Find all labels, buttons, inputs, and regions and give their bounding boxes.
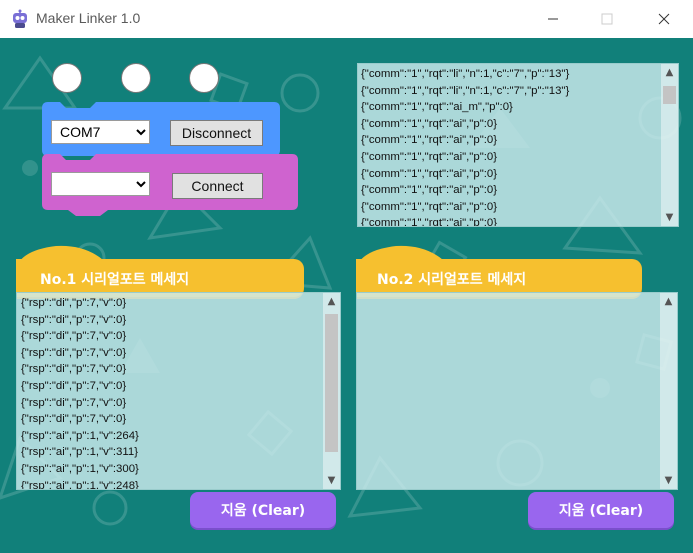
log-line: {"comm":"1","rqt":"ai","p":0} <box>361 184 498 197</box>
command-log[interactable]: {"comm":"1","rqt":"li","n":1,"c":"7","p"… <box>357 63 679 227</box>
scroll-up-icon[interactable]: ▲ <box>660 293 677 310</box>
panel2-log[interactable]: ▲ ▼ <box>356 292 678 490</box>
connect-button[interactable]: Connect <box>172 173 263 199</box>
robot-icon <box>13 9 27 28</box>
scroll-thumb[interactable] <box>663 86 676 104</box>
log-line: {"rsp":"di","p":7,"v":0} <box>21 330 127 343</box>
panel1-log-scrollbar[interactable]: ▲ ▼ <box>323 293 340 489</box>
port1-select[interactable]: COM7 <box>51 120 150 144</box>
log-line: {"rsp":"ai","p":1,"v":311} <box>21 446 138 459</box>
log-line: {"rsp":"ai","p":1,"v":264} <box>21 429 139 442</box>
log-line: {"rsp":"di","p":7,"v":0} <box>21 413 127 426</box>
status-led-3 <box>189 63 219 93</box>
log-line: {"comm":"1","rqt":"ai","p":0} <box>361 134 498 147</box>
command-log-lines: {"comm":"1","rqt":"li","n":1,"c":"7","p"… <box>361 66 570 227</box>
window-title: Maker Linker 1.0 <box>36 10 141 26</box>
log-line: {"comm":"1","rqt":"ai","p":0} <box>361 200 498 213</box>
port2-select[interactable] <box>51 172 150 196</box>
log-line: {"comm":"1","rqt":"li","n":1,"c":"7","p"… <box>361 68 570 80</box>
panel1-clear-button[interactable]: 지움 (Clear) <box>190 492 336 528</box>
main-area: COM7 Disconnect Connect {"comm":"1","rqt… <box>0 38 693 553</box>
title-bar: Maker Linker 1.0 <box>0 0 693 38</box>
log-line: {"rsp":"ai","p":1,"v":248} <box>21 479 139 490</box>
log-line: {"rsp":"di","p":7,"v":0} <box>21 396 127 409</box>
log-line: {"rsp":"di","p":7,"v":0} <box>21 346 127 359</box>
log-line: {"comm":"1","rqt":"ai","p":0} <box>361 150 498 163</box>
close-button[interactable] <box>641 0 687 38</box>
command-log-scrollbar[interactable]: ▲ ▼ <box>661 64 678 226</box>
panel1-log-lines: {"rsp":"di","p":7,"v":0} {"rsp":"di","p":… <box>21 295 139 490</box>
log-line: {"rsp":"di","p":7,"v":0} <box>21 297 127 309</box>
panel1-log[interactable]: {"rsp":"di","p":7,"v":0} {"rsp":"di","p":… <box>16 292 341 490</box>
maximize-icon <box>601 13 613 25</box>
log-line: {"comm":"1","rqt":"ai","p":0} <box>361 117 498 130</box>
panel2-title: No.2 시리얼포트 메세지 <box>377 272 527 288</box>
scroll-down-icon[interactable]: ▼ <box>661 209 678 226</box>
log-line: {"comm":"1","rqt":"ai","p":0} <box>361 167 498 180</box>
scroll-down-icon[interactable]: ▼ <box>323 472 340 489</box>
log-line: {"rsp":"di","p":7,"v":0} <box>21 313 127 326</box>
status-led-1 <box>52 63 82 93</box>
log-line: {"rsp":"di","p":7,"v":0} <box>21 379 127 392</box>
log-line: {"rsp":"ai","p":1,"v":300} <box>21 462 139 475</box>
scroll-down-icon[interactable]: ▼ <box>660 472 677 489</box>
minimize-icon <box>548 18 558 20</box>
scroll-up-icon[interactable]: ▲ <box>661 64 678 81</box>
log-line: {"comm":"1","rqt":"ai","p":0} <box>361 217 498 227</box>
panel2-clear-button[interactable]: 지움 (Clear) <box>528 492 674 528</box>
log-line: {"comm":"1","rqt":"ai_m","p":0} <box>361 101 513 114</box>
disconnect-button[interactable]: Disconnect <box>170 120 263 146</box>
log-line: {"rsp":"di","p":7,"v":0} <box>21 363 127 376</box>
maximize-button[interactable] <box>584 0 630 38</box>
scroll-thumb[interactable] <box>325 314 338 452</box>
minimize-button[interactable] <box>530 0 576 38</box>
panel1-title: No.1 시리얼포트 메세지 <box>40 272 190 288</box>
scroll-up-icon[interactable]: ▲ <box>323 293 340 310</box>
log-line: {"comm":"1","rqt":"li","n":1,"c":"7","p"… <box>361 84 570 97</box>
status-led-2 <box>121 63 151 93</box>
panel2-log-scrollbar[interactable]: ▲ ▼ <box>660 293 677 489</box>
close-icon <box>658 13 670 25</box>
